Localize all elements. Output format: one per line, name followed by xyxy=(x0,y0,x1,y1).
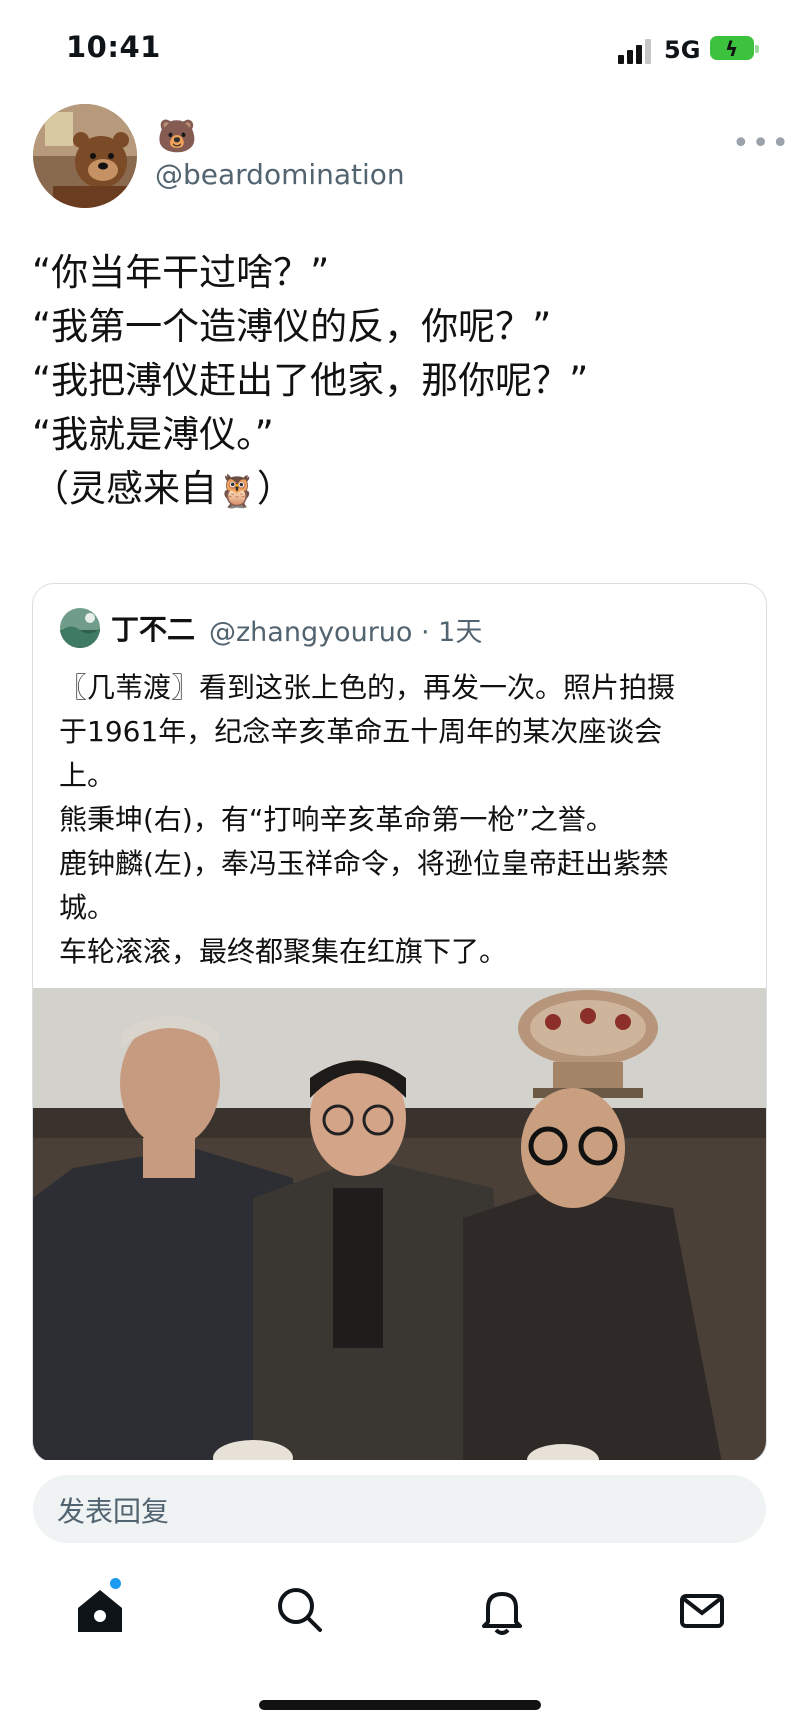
avatar[interactable] xyxy=(33,104,137,208)
clock: 10:41 xyxy=(66,30,161,64)
notifications-icon[interactable] xyxy=(472,1580,532,1640)
tweet-line-text: （灵感来自 xyxy=(32,467,217,510)
home-icon[interactable] xyxy=(70,1580,130,1640)
home-indicator xyxy=(259,1700,541,1710)
quoted-line: 上。 xyxy=(59,759,116,792)
quoted-avatar[interactable] xyxy=(60,608,100,648)
reply-placeholder: 发表回复 xyxy=(57,1495,170,1528)
quoted-photo[interactable] xyxy=(33,988,766,1462)
search-icon[interactable] xyxy=(270,1580,330,1640)
signal-bars-icon xyxy=(618,38,654,64)
tweet-line: “我就是溥仪。” xyxy=(32,413,274,456)
tweet-text: “你当年干过啥？” “我第一个造溥仪的反，你呢？” “我把溥仪赶出了他家，那你呢… xyxy=(32,246,772,518)
quoted-line: 鹿钟麟(左)，奉冯玉祥命令，将逊位皇帝赶出紫禁 xyxy=(59,847,669,880)
notification-dot xyxy=(110,1578,121,1589)
quoted-author-name[interactable]: 丁不二 xyxy=(111,608,195,648)
network-label: 5G xyxy=(664,36,701,64)
author-handle[interactable]: @beardomination xyxy=(155,158,405,191)
more-dots-icon[interactable]: ••• xyxy=(732,126,791,161)
quoted-line: 〖几苇渡〗看到这张上色的，再发一次。照片拍摄 xyxy=(59,671,676,704)
quoted-line: 于1961年，纪念辛亥革命五十周年的某次座谈会 xyxy=(59,715,663,748)
tweet-line: “我第一个造溥仪的反，你呢？” xyxy=(32,305,552,348)
reply-input[interactable]: 发表回复 xyxy=(33,1475,766,1543)
tweet-line: “我把溥仪赶出了他家，那你呢？” xyxy=(32,359,589,402)
status-bar: 10:41 5G ϟ xyxy=(0,0,800,100)
battery-charging-icon: ϟ xyxy=(710,36,759,61)
quoted-line: 车轮滚滚，最终都聚集在红旗下了。 xyxy=(59,935,508,968)
messages-icon[interactable] xyxy=(672,1580,732,1640)
quoted-author-handle: @zhangyouruo · 1天 xyxy=(209,617,483,648)
quoted-text: 〖几苇渡〗看到这张上色的，再发一次。照片拍摄 于1961年，纪念辛亥革命五十周年… xyxy=(59,666,749,974)
quoted-tweet[interactable]: 丁不二 @zhangyouruo · 1天 〖几苇渡〗看到这张上色的，再发一次。… xyxy=(32,583,767,1463)
tweet-line: （灵感来自🦉） xyxy=(32,462,772,518)
quoted-line: 城。 xyxy=(59,891,116,924)
author-name[interactable]: 🐻 xyxy=(157,118,197,154)
tweet-line-end: ） xyxy=(256,467,294,510)
owl-emoji: 🦉 xyxy=(217,471,257,510)
tweet-line: “你当年干过啥？” xyxy=(32,251,330,294)
quoted-line: 熊秉坤(右)，有“打响辛亥革命第一枪”之誉。 xyxy=(59,803,614,836)
